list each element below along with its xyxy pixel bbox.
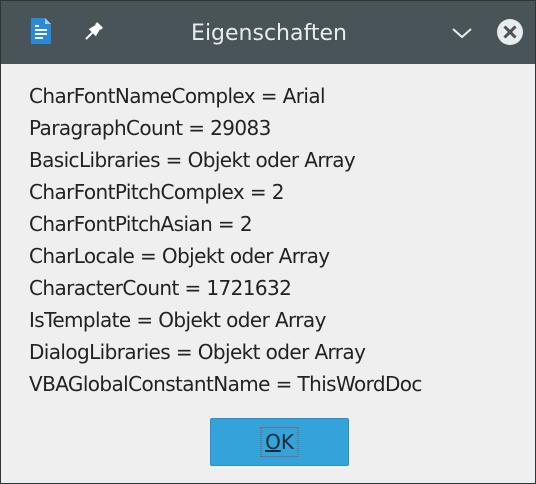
pin-icon[interactable] bbox=[80, 19, 106, 45]
properties-list: CharFontNameComplex = Arial ParagraphCou… bbox=[29, 80, 529, 400]
property-line: CharFontNameComplex = Arial bbox=[29, 84, 326, 108]
properties-dialog: Eigenschaften CharFontNameComplex = Aria… bbox=[0, 0, 536, 484]
ok-button[interactable]: OK bbox=[210, 418, 349, 466]
property-line: CharFontPitchComplex = 2 bbox=[29, 180, 284, 204]
document-icon[interactable] bbox=[29, 17, 53, 45]
ok-button-label: OK bbox=[260, 427, 299, 457]
chevron-down-icon[interactable] bbox=[450, 23, 474, 43]
property-line: VBAGlobalConstantName = ThisWordDoc bbox=[29, 372, 422, 396]
title-bar[interactable]: Eigenschaften bbox=[1, 1, 535, 64]
property-line: BasicLibraries = Objekt oder Array bbox=[29, 148, 356, 172]
property-line: DialogLibraries = Objekt oder Array bbox=[29, 340, 366, 364]
ok-mnemonic: O bbox=[265, 430, 281, 454]
property-line: CharacterCount = 1721632 bbox=[29, 276, 292, 300]
property-line: CharFontPitchAsian = 2 bbox=[29, 212, 253, 236]
close-icon[interactable] bbox=[495, 17, 525, 47]
property-line: IsTemplate = Objekt oder Array bbox=[29, 308, 326, 332]
property-line: CharLocale = Objekt oder Array bbox=[29, 244, 330, 268]
ok-label-rest: K bbox=[280, 430, 294, 454]
window-title: Eigenschaften bbox=[191, 21, 347, 46]
property-line: ParagraphCount = 29083 bbox=[29, 116, 271, 140]
